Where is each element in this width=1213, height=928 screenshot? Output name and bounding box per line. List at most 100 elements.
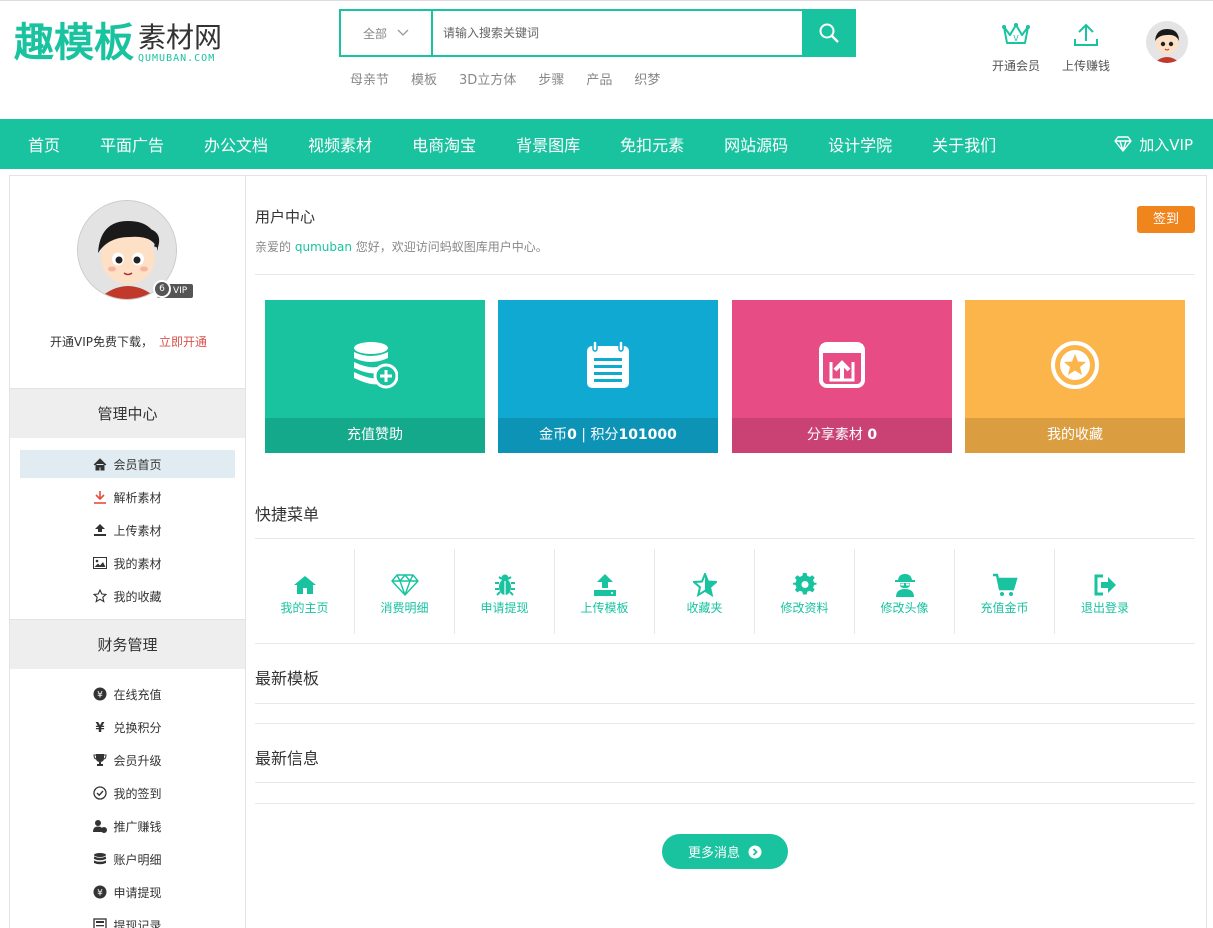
divider — [255, 274, 1195, 275]
sidebar-item-label: 我的收藏 — [113, 589, 162, 604]
star-circle-icon — [1051, 341, 1099, 389]
sidebar-item-favorites[interactable]: 我的收藏 — [20, 582, 235, 610]
check-circle-icon — [93, 786, 108, 800]
sidebar-item-my-materials[interactable]: 我的素材 — [20, 549, 235, 577]
quick-menu: 我的主页 消费明细 申请提现 上传模板 收藏夹 修改资料 修改头像 充值金币 退… — [255, 549, 1195, 634]
hot-word[interactable]: 母亲节 — [350, 69, 389, 88]
avatar[interactable] — [1146, 21, 1188, 63]
quick-label: 收藏夹 — [686, 601, 723, 615]
hot-word[interactable]: 模板 — [411, 69, 437, 88]
upload-icon — [94, 524, 107, 536]
sidebar-item-parse[interactable]: 解析素材 — [20, 483, 235, 511]
sidebar-item-checkin[interactable]: 我的签到 — [20, 779, 235, 807]
latest-templates-title: 最新模板 — [255, 669, 320, 688]
search-category-select[interactable]: 全部 — [341, 11, 433, 55]
quick-logout[interactable]: 退出登录 — [1055, 549, 1155, 634]
sidebar-item-member-home[interactable]: 会员首页 — [20, 450, 235, 478]
notepad-icon — [587, 340, 629, 388]
nav-item-office-docs[interactable]: 办公文档 — [204, 132, 268, 156]
card-coins-points[interactable]: 金币0 | 积分101000 — [498, 300, 718, 453]
quick-recharge-coins[interactable]: 充值金币 — [955, 549, 1055, 634]
quick-my-home[interactable]: 我的主页 — [255, 549, 355, 634]
upload-icon — [593, 574, 616, 596]
sidebar-item-label: 解析素材 — [113, 490, 162, 505]
diamond-icon — [1114, 136, 1132, 152]
sidebar-item-account-detail[interactable]: 账户明细 — [20, 845, 235, 873]
search-input[interactable] — [433, 11, 802, 55]
hot-word[interactable]: 3D立方体 — [459, 69, 516, 88]
nav-item-png-elements[interactable]: 免扣元素 — [620, 132, 684, 156]
quick-consumption[interactable]: 消费明细 — [355, 549, 455, 634]
share-upload-icon — [819, 342, 865, 388]
nav-item-ecommerce[interactable]: 电商淘宝 — [412, 132, 476, 156]
search-bar: 全部 — [339, 9, 856, 57]
sidebar-item-upload[interactable]: 上传素材 — [20, 516, 235, 544]
quick-label: 上传模板 — [580, 601, 629, 615]
nav-item-about[interactable]: 关于我们 — [932, 132, 996, 156]
logo-en-text: QUMUBAN.COM — [138, 53, 216, 64]
sidebar-item-label: 申请提现 — [113, 885, 162, 900]
sidebar-item-label: 推广赚钱 — [113, 819, 162, 834]
sign-in-button[interactable]: 签到 — [1137, 206, 1195, 233]
quick-upload-template[interactable]: 上传模板 — [555, 549, 655, 634]
gear-icon — [792, 573, 817, 595]
hot-word[interactable]: 步骤 — [538, 69, 564, 88]
card-recharge[interactable]: 充值赞助 — [265, 300, 485, 453]
image-icon — [93, 557, 108, 569]
sidebar-item-withdraw[interactable]: ¥ 申请提现 — [20, 878, 235, 906]
quick-edit-avatar[interactable]: 修改头像 — [855, 549, 955, 634]
yen-icon: ¥ — [93, 885, 107, 899]
upload-earn-button[interactable]: 上传赚钱 — [1056, 21, 1116, 74]
main-content: 用户中心 亲爱的 qumuban 您好，欢迎访问蚂蚁图库用户中心。 签到 充值赞… — [245, 175, 1207, 928]
user-secret-icon — [894, 574, 915, 597]
avatar-image — [1146, 21, 1188, 63]
card-shared[interactable]: 分享素材 0 — [732, 300, 952, 453]
quick-label: 退出登录 — [1080, 601, 1129, 615]
sidebar-item-label: 会员首页 — [113, 457, 162, 472]
hot-word[interactable]: 产品 — [586, 69, 612, 88]
nav-item-source-code[interactable]: 网站源码 — [724, 132, 788, 156]
sidebar-item-upgrade[interactable]: 会员升级 — [20, 746, 235, 774]
quick-label: 修改资料 — [780, 601, 829, 615]
search-button[interactable] — [802, 9, 856, 57]
hot-words: 母亲节 模板 3D立方体 步骤 产品 织梦 — [350, 69, 660, 88]
yen-icon: ¥ — [93, 687, 107, 701]
sidebar-item-recharge[interactable]: ¥ 在线充值 — [20, 680, 235, 708]
card-favorites[interactable]: 我的收藏 — [965, 300, 1185, 453]
hot-word[interactable]: 织梦 — [634, 69, 660, 88]
nav-item-home[interactable]: 首页 — [28, 132, 60, 156]
nav-item-print-ads[interactable]: 平面广告 — [100, 132, 164, 156]
sidebar: 6 VIP 开通VIP免费下载， 立即开通 管理中心 会员首页 解析素材 上传素材… — [9, 175, 246, 928]
join-vip-button[interactable]: 加入VIP — [1113, 119, 1193, 169]
quick-label: 我的主页 — [280, 601, 329, 615]
sidebar-item-label: 上传素材 — [113, 523, 162, 538]
upload-earn-label: 上传赚钱 — [1061, 59, 1110, 73]
svg-text:¥: ¥ — [96, 721, 105, 734]
sidebar-item-label: 我的素材 — [113, 556, 162, 571]
latest-info-title: 最新信息 — [255, 749, 320, 768]
quick-edit-profile[interactable]: 修改资料 — [755, 549, 855, 634]
nav-item-backgrounds[interactable]: 背景图库 — [516, 132, 580, 156]
coins-icon — [354, 342, 398, 389]
open-member-button[interactable]: V 开通会员 — [986, 21, 1046, 74]
username: qumuban — [294, 240, 352, 254]
more-messages-button[interactable]: 更多消息 — [662, 834, 788, 869]
site-logo[interactable]: 趣模板 素材网 QUMUBAN.COM — [14, 19, 222, 71]
sidebar-item-exchange[interactable]: ¥ 兑换积分 — [20, 713, 235, 741]
quick-menu-title: 快捷菜单 — [255, 505, 320, 524]
section-finance: 财务管理 — [10, 619, 245, 669]
quick-favorites[interactable]: 收藏夹 — [655, 549, 755, 634]
quick-withdraw[interactable]: 申请提现 — [455, 549, 555, 634]
nav-item-design-school[interactable]: 设计学院 — [828, 132, 892, 156]
divider — [255, 538, 1195, 539]
vip-label: VIP — [173, 286, 188, 296]
sidebar-item-promote[interactable]: 推广赚钱 — [20, 812, 235, 840]
open-vip-link[interactable]: 立即开通 — [159, 335, 207, 349]
header: 趣模板 素材网 QUMUBAN.COM 全部 母亲节 模板 3D立方体 步骤 产… — [0, 0, 1213, 119]
chevron-right-circle-icon — [748, 845, 762, 858]
sidebar-item-label: 我的签到 — [113, 786, 162, 801]
sidebar-item-withdraw-records[interactable]: 提现记录 — [20, 911, 235, 928]
cart-icon — [992, 573, 1018, 596]
nav-item-video[interactable]: 视频素材 — [308, 132, 372, 156]
coins-value: 0 — [567, 427, 577, 443]
